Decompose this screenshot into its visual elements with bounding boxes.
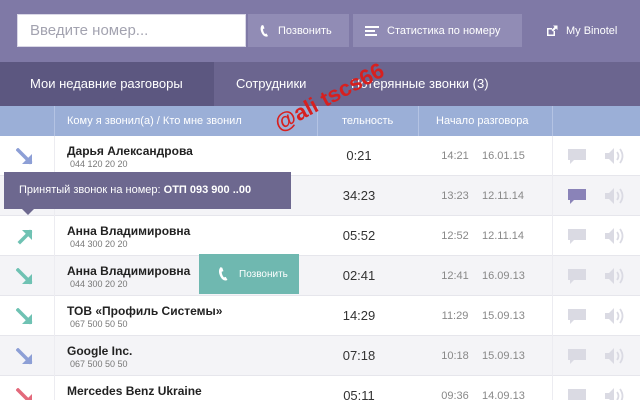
call-duration: 07:18 — [342, 348, 376, 363]
header-divider — [54, 106, 55, 136]
call-date: 12.11.14 — [482, 230, 525, 242]
top-bar: Позвонить Статистика по номеру My Binote… — [0, 0, 640, 62]
call-duration: 0:21 — [346, 148, 372, 163]
call-button-label: Позвонить — [278, 24, 332, 37]
table-row[interactable]: Дарья Александрова 044 120 20 20 0:21 14… — [0, 136, 640, 176]
speaker-icon[interactable] — [604, 187, 626, 205]
call-duration: 14:29 — [342, 308, 376, 323]
table-row[interactable]: Google Inc. 067 500 50 50 07:18 10:18 15… — [0, 336, 640, 376]
row-divider — [54, 216, 55, 256]
contact-name: Дарья Александрова — [67, 144, 193, 158]
call-time: 14:21 — [441, 150, 469, 162]
comment-icon[interactable] — [568, 149, 586, 164]
active-tab-pointer — [99, 98, 115, 106]
incoming-call-arrow-icon — [16, 308, 33, 325]
missed-call-arrow-icon — [16, 388, 32, 400]
contact-name: Google Inc. — [67, 344, 133, 358]
header-divider — [552, 106, 553, 136]
call-duration: 05:11 — [343, 388, 375, 400]
number-stats-button[interactable]: Статистика по номеру — [353, 14, 522, 47]
speaker-icon[interactable] — [604, 307, 626, 325]
row-divider — [54, 256, 55, 296]
contact-phone: 044 300 20 20 — [70, 279, 128, 289]
column-header-contact: Кому я звонил(а) / Кто мне звонил — [67, 115, 242, 127]
contact-phone: 067 500 50 50 — [70, 359, 128, 369]
call-time: 11:29 — [441, 310, 469, 322]
call-time: 12:52 — [441, 230, 469, 242]
phone-search-input[interactable] — [18, 15, 245, 46]
incoming-call-arrow-icon — [16, 148, 33, 165]
table-row[interactable]: Mercedes Benz Ukraine 05:11 09:36 14.09.… — [0, 376, 640, 400]
call-time: 09:36 — [441, 390, 469, 400]
comment-icon[interactable] — [568, 229, 586, 244]
contact-name: ТОВ «Профиль Системы» — [67, 304, 223, 318]
row-divider — [552, 336, 553, 376]
comment-icon[interactable] — [568, 309, 586, 324]
speaker-icon[interactable] — [604, 147, 626, 165]
column-header-duration: тельность — [342, 115, 394, 127]
row-divider — [54, 136, 55, 176]
contact-phone: 044 120 20 20 — [70, 159, 128, 169]
row-divider — [54, 296, 55, 336]
incoming-call-arrow-icon — [16, 348, 33, 365]
table-row[interactable]: Анна Владимировна 044 300 20 20 05:52 12… — [0, 216, 640, 256]
call-date: 14.09.13 — [482, 390, 525, 400]
phone-icon — [218, 267, 228, 281]
call-date: 15.09.13 — [482, 310, 525, 322]
incoming-call-arrow-icon — [16, 268, 33, 285]
call-date: 16.09.13 — [482, 270, 525, 282]
row-divider — [54, 336, 55, 376]
column-header-start: Начало разговора — [436, 115, 529, 127]
speaker-icon[interactable] — [604, 387, 626, 400]
tooltip-prefix: Принятый звонок на номер: — [19, 184, 161, 196]
call-date: 16.01.15 — [482, 150, 525, 162]
row-call-button[interactable]: Позвонить — [199, 254, 299, 294]
phone-search-box[interactable] — [17, 14, 246, 47]
call-time: 10:18 — [441, 350, 469, 362]
contact-name: Анна Владимировна — [67, 224, 191, 238]
call-info-tooltip: Принятый звонок на номер: ОТП 093 900 ..… — [4, 172, 291, 209]
comment-icon[interactable] — [568, 269, 586, 284]
call-button[interactable]: Позвонить — [248, 14, 349, 47]
tooltip-number: ОТП 093 900 ..00 — [163, 184, 252, 196]
tooltip-tail — [21, 208, 35, 215]
comment-icon[interactable] — [568, 389, 586, 400]
row-divider — [552, 256, 553, 296]
row-divider — [54, 376, 55, 400]
comment-icon[interactable] — [568, 349, 586, 364]
contact-phone: 067 500 50 50 — [70, 319, 128, 329]
outgoing-call-arrow-icon — [17, 229, 33, 245]
row-divider — [552, 216, 553, 256]
call-duration: 02:41 — [342, 268, 376, 283]
row-divider — [552, 176, 553, 216]
phone-icon — [260, 24, 268, 37]
my-binotel-link[interactable]: My Binotel — [545, 22, 617, 40]
call-time: 12:41 — [441, 270, 469, 282]
comment-icon-active[interactable] — [568, 189, 586, 204]
call-date: 12.11.14 — [482, 190, 525, 202]
my-binotel-label: My Binotel — [566, 25, 618, 37]
row-call-button-label: Позвонить — [239, 268, 288, 280]
row-divider — [552, 296, 553, 336]
speaker-icon[interactable] — [604, 267, 626, 285]
call-duration: 05:52 — [342, 228, 376, 243]
contact-name: Анна Владимировна — [67, 264, 191, 278]
contact-name: Mercedes Benz Ukraine — [67, 384, 202, 398]
speaker-icon[interactable] — [604, 347, 626, 365]
table-row[interactable]: ТОВ «Профиль Системы» 067 500 50 50 14:2… — [0, 296, 640, 336]
call-time: 13:23 — [441, 190, 469, 202]
contact-phone: 044 300 20 20 — [70, 239, 128, 249]
call-date: 15.09.13 — [482, 350, 525, 362]
number-stats-label: Статистика по номеру — [387, 24, 501, 37]
row-divider — [552, 136, 553, 176]
speaker-icon[interactable] — [604, 227, 626, 245]
header-divider — [418, 106, 419, 136]
list-icon — [365, 25, 379, 36]
table-row[interactable]: Анна Владимировна 044 300 20 20 02:41 12… — [0, 256, 640, 296]
row-divider — [552, 376, 553, 400]
external-link-icon — [547, 25, 558, 36]
call-duration: 34:23 — [342, 188, 376, 203]
